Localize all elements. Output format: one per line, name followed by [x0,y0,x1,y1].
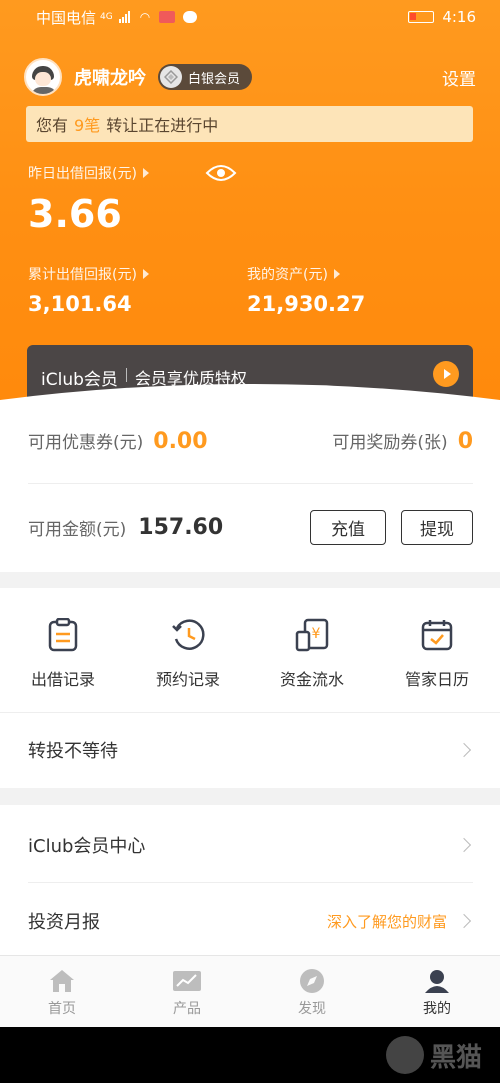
monthly-report-hint: 深入了解您的财富 [326,912,447,931]
withdraw-button[interactable]: 提现 [401,510,473,545]
yesterday-return-value: 3.66 [28,192,122,236]
clock-history-icon [172,619,205,650]
divider [0,712,500,713]
notice-suffix: 转让正在进行中 [106,116,219,135]
username: 虎啸龙吟 [74,68,146,89]
account-header: 中国电信 4G ◠ 4:16 虎啸龙吟 白银会员 设置 您有 9笔 转让正在进行… [0,0,500,400]
reward-value[interactable]: 0 [458,429,473,454]
user-icon [425,970,449,993]
eye-icon[interactable] [205,162,237,188]
carrier-label: 中国电信 [36,8,97,27]
coupon-value[interactable]: 0.00 [153,429,207,454]
tab-label: 产品 [173,1001,201,1017]
yesterday-return-label[interactable]: 昨日出借回报(元) [28,163,149,183]
iclub-center-row[interactable]: iClub会员中心 [28,815,473,875]
quick-action-lending-records[interactable]: 出借记录 [13,618,113,690]
quick-action-label: 管家日历 [404,670,469,689]
tab-products[interactable]: 产品 [147,968,227,1018]
assets-label[interactable]: 我的资产(元) [247,264,340,284]
tab-discover[interactable]: 发现 [272,968,352,1018]
compass-icon [300,969,324,993]
quick-action-fund-flow[interactable]: ¥ 资金流水 [262,618,362,690]
user-row: 虎啸龙吟 白银会员 设置 [24,56,476,98]
quick-action-label: 资金流水 [279,670,344,689]
watermark-text: 黑猫 [429,1042,482,1073]
bottom-tab-bar: 首页 产品 发现 我的 [0,955,500,1027]
yen-document-icon: ¥ [295,618,329,652]
chevron-right-icon [456,837,472,853]
network-label: 4G [100,12,113,22]
quick-action-label: 出借记录 [30,670,95,689]
transfer-notice[interactable]: 您有 9笔 转让正在进行中 [26,106,473,142]
balance-value: 157.60 [138,515,224,540]
tab-home[interactable]: 首页 [22,968,102,1018]
signal-icon [118,11,130,23]
home-icon [50,970,74,992]
tab-mine[interactable]: 我的 [397,968,477,1018]
status-bar: 中国电信 4G ◠ 4:16 [0,0,500,34]
reward-label: 可用奖励券(张) [332,433,448,453]
diamond-icon [160,66,182,88]
quick-actions-card: 出借记录 预约记录 ¥ 资金流水 管家日历 转投不等待 [0,588,500,788]
iclub-center-label: iClub会员中心 [28,836,146,857]
caret-right-icon [333,269,340,279]
watermark: 黑猫 [385,1036,482,1074]
divider [28,483,473,484]
chevron-right-icon [456,913,472,929]
total-return-label[interactable]: 累计出借回报(元) [28,264,149,284]
avatar[interactable] [24,58,62,96]
tab-label: 发现 [298,1001,326,1017]
assets-text: 我的资产(元) [247,267,328,283]
total-return-text: 累计出借回报(元) [28,267,137,283]
reinvest-label: 转投不等待 [28,741,118,762]
monthly-report-label: 投资月报 [28,912,100,933]
tab-label: 首页 [48,1001,76,1017]
notice-count: 9笔 [74,116,101,135]
assets-value: 21,930.27 [247,292,366,316]
divider [28,882,473,883]
membership-label: 白银会员 [188,71,241,87]
tab-label: 我的 [423,1001,451,1017]
message-icon [183,11,198,23]
coupon-label: 可用优惠券(元) [28,433,144,453]
quick-action-butler-calendar[interactable]: 管家日历 [387,618,487,690]
app-notification-icon [159,11,176,23]
wifi-icon: ◠ [139,10,151,24]
quick-action-reservation-records[interactable]: 预约记录 [138,618,238,690]
chart-icon [173,971,201,991]
menu-card: iClub会员中心 投资月报 深入了解您的财富 [0,805,500,955]
wallet-card: 可用优惠券(元) 0.00 可用奖励券(张) 0 可用金额(元) 157.60 … [0,400,500,572]
calendar-check-icon [421,620,453,651]
caret-right-icon [142,269,149,279]
clock: 4:16 [442,8,476,26]
monthly-report-row[interactable]: 投资月报 深入了解您的财富 [28,891,473,951]
svg-text:¥: ¥ [312,626,321,642]
caret-right-icon [142,168,149,178]
yesterday-return-text: 昨日出借回报(元) [28,166,137,182]
balance-label: 可用金额(元) [28,520,127,540]
quick-action-label: 预约记录 [155,670,220,689]
recharge-button[interactable]: 充值 [310,510,386,545]
settings-link[interactable]: 设置 [442,65,476,90]
reinvest-row[interactable]: 转投不等待 [28,720,473,780]
clipboard-icon [48,618,78,652]
membership-badge[interactable]: 白银会员 [158,64,253,90]
battery-icon [408,11,435,23]
notice-prefix: 您有 [36,116,69,135]
cat-logo-icon [385,1036,424,1074]
total-return-value: 3,101.64 [28,292,132,316]
chevron-right-icon [456,742,472,758]
